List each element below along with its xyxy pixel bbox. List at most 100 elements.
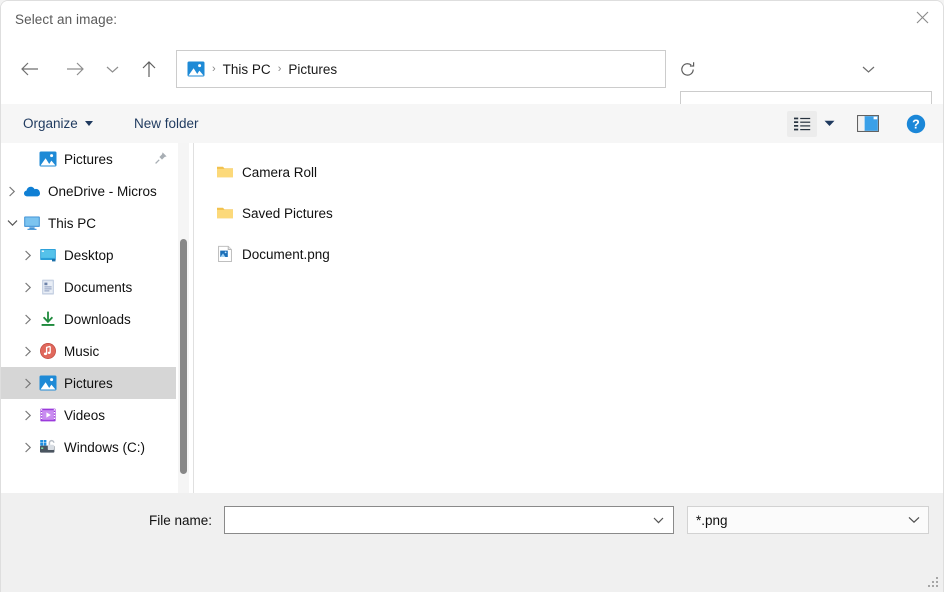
chevron-right-icon[interactable] [17, 282, 39, 293]
this-pc-icon [23, 214, 41, 232]
navigation-pane: Pictures OneDrive - Micros This PC Desktop D… [1, 143, 176, 493]
preview-pane-icon [857, 115, 879, 132]
chevron-right-icon[interactable] [17, 346, 39, 357]
folder-icon [216, 204, 234, 222]
file-name-label: File name: [149, 513, 212, 528]
organize-button[interactable]: Organize [13, 104, 103, 143]
address-bar[interactable]: › This PC › Pictures [176, 50, 666, 88]
close-button[interactable] [899, 1, 944, 33]
pictures-folder-icon [187, 60, 205, 78]
caret-down-icon [824, 120, 835, 127]
refresh-button[interactable] [670, 50, 704, 88]
sidebar-item-onedrive-micros[interactable]: OneDrive - Micros [1, 175, 176, 207]
sidebar-item-label: Downloads [64, 312, 131, 327]
pin-icon[interactable] [154, 151, 168, 168]
file-name-input[interactable] [232, 513, 642, 528]
file-list-item[interactable]: Saved Pictures [216, 201, 333, 225]
footer-bar: File name: *.png Open Cancel [1, 493, 944, 592]
chevron-right-icon[interactable] [1, 186, 23, 197]
dialog-title: Select an image: [15, 12, 117, 27]
file-name-combobox[interactable] [224, 506, 674, 534]
resize-grip[interactable] [928, 577, 940, 589]
file-list-item[interactable]: Camera Roll [216, 160, 317, 184]
sidebar-item-label: Documents [64, 280, 132, 295]
file-list: Camera Roll Saved Pictures Document.png [194, 143, 944, 493]
sidebar-item-label: This PC [48, 216, 96, 231]
sidebar-item-this-pc[interactable]: This PC [1, 207, 176, 239]
image-file-icon [216, 245, 234, 263]
chevron-right-icon[interactable] [17, 410, 39, 421]
preview-pane-button[interactable] [853, 104, 883, 143]
back-button[interactable] [13, 51, 45, 87]
chevron-down-icon [653, 517, 664, 524]
view-list-icon [794, 117, 811, 131]
new-folder-button[interactable]: New folder [124, 104, 209, 143]
refresh-icon [679, 61, 696, 78]
toolbar: Organize New folder [1, 104, 944, 144]
file-name: Camera Roll [242, 165, 317, 180]
organize-label: Organize [23, 116, 78, 131]
view-mode-dropdown-button[interactable] [819, 104, 839, 143]
file-name: Document.png [242, 247, 330, 262]
new-folder-label: New folder [134, 116, 199, 131]
documents-icon [39, 278, 57, 296]
videos-icon [39, 406, 57, 424]
file-type-filter-dropdown-icon [908, 507, 920, 533]
chevron-right-icon[interactable] [17, 314, 39, 325]
sidebar-item-windows-c[interactable]: Windows (C:) [1, 431, 176, 463]
sidebar-item-label: Desktop [64, 248, 114, 263]
help-icon: ? [906, 114, 926, 134]
music-icon [39, 342, 57, 360]
chevron-down-icon [908, 516, 920, 524]
arrow-right-icon [66, 61, 85, 77]
breadcrumb-item-pictures[interactable]: Pictures [288, 62, 337, 77]
sidebar-item-label: Music [64, 344, 99, 359]
svg-text:?: ? [912, 117, 920, 131]
onedrive-icon [23, 182, 41, 200]
pictures-icon [39, 374, 57, 392]
recent-locations-button[interactable] [99, 51, 125, 87]
file-list-item[interactable]: Document.png [216, 242, 330, 266]
sidebar-item-label: Windows (C:) [64, 440, 145, 455]
file-picker-dialog: Select an image: [0, 0, 944, 592]
folder-icon [216, 163, 234, 181]
navigation-bar: › This PC › Pictures [1, 43, 944, 104]
sidebar-item-documents[interactable]: Documents [1, 271, 176, 303]
chevron-down-icon [106, 65, 119, 74]
drive-icon [39, 438, 57, 456]
sidebar-item-music[interactable]: Music [1, 335, 176, 367]
view-mode-button[interactable] [787, 111, 817, 137]
forward-button[interactable] [59, 51, 91, 87]
sidebar-item-downloads[interactable]: Downloads [1, 303, 176, 335]
chevron-down-icon [862, 65, 875, 74]
sidebar-item-label: Pictures [64, 152, 113, 167]
sidebar-item-desktop[interactable]: Desktop [1, 239, 176, 271]
sidebar-item-label: Pictures [64, 376, 113, 391]
breadcrumb-separator-1: › [212, 64, 216, 75]
arrow-left-icon [20, 61, 39, 77]
sidebar-item-pictures[interactable]: Pictures [1, 367, 176, 399]
breadcrumb-item-this-pc[interactable]: This PC [223, 62, 271, 77]
chevron-right-icon[interactable] [17, 378, 39, 389]
arrow-up-icon [141, 60, 157, 78]
file-name-dropdown-button[interactable] [647, 507, 669, 533]
title-bar: Select an image: [1, 1, 944, 43]
close-icon [916, 11, 929, 24]
file-name: Saved Pictures [242, 206, 333, 221]
address-dropdown-button[interactable] [853, 50, 883, 88]
chevron-right-icon[interactable] [17, 442, 39, 453]
help-button[interactable]: ? [901, 104, 931, 143]
sidebar-scrollbar-thumb[interactable] [180, 239, 187, 474]
pictures-icon [39, 150, 57, 168]
content-area: Pictures OneDrive - Micros This PC Desktop D… [1, 143, 944, 493]
breadcrumb-separator-2: › [278, 64, 282, 75]
caret-down-icon [85, 121, 93, 126]
sidebar-item-label: Videos [64, 408, 105, 423]
file-type-filter-combobox[interactable]: *.png [687, 506, 929, 534]
up-button[interactable] [133, 51, 165, 87]
chevron-down-icon[interactable] [1, 219, 23, 227]
sidebar-item-label: OneDrive - Micros [48, 184, 157, 199]
sidebar-item-pictures[interactable]: Pictures [1, 143, 176, 175]
chevron-right-icon[interactable] [17, 250, 39, 261]
sidebar-item-videos[interactable]: Videos [1, 399, 176, 431]
